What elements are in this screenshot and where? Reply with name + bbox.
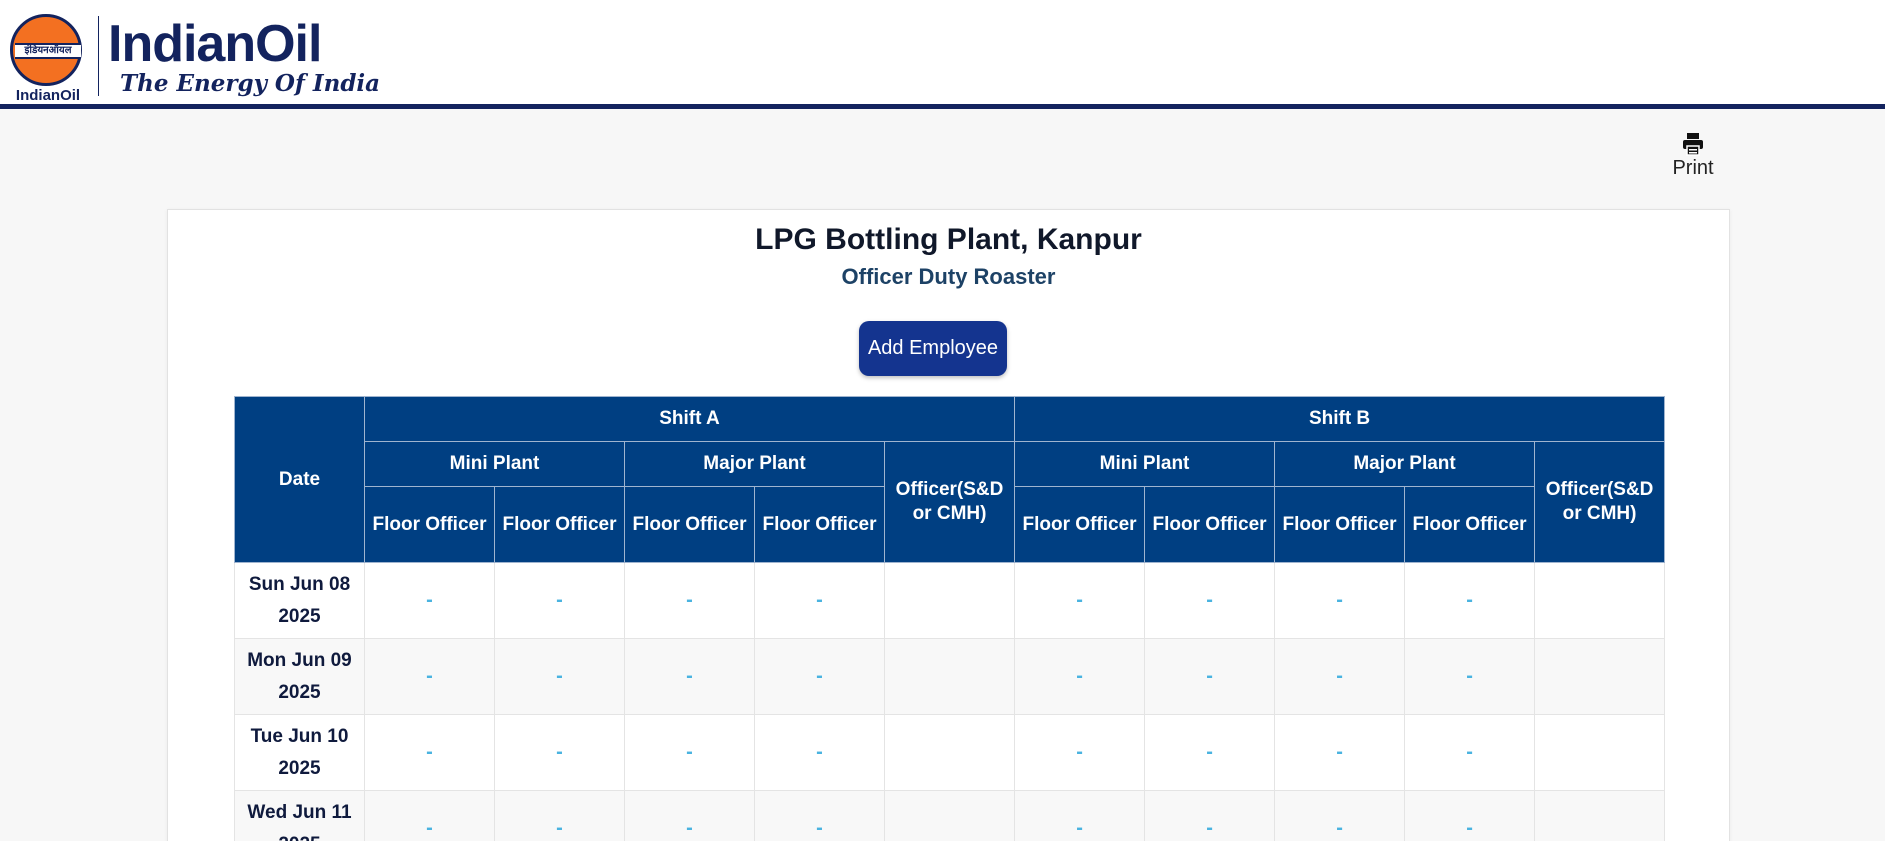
table-row: Sun Jun 08 2025 - - - - - - - - <box>234 562 1666 639</box>
assignment-cell[interactable]: - <box>754 714 885 791</box>
floor-officer-header: Floor Officer <box>1404 486 1536 563</box>
assignment-cell[interactable]: - <box>364 638 495 715</box>
assignment-cell[interactable]: - <box>624 714 755 791</box>
assignment-cell[interactable]: - <box>1014 790 1146 841</box>
assignment-cell[interactable]: - <box>1014 562 1146 639</box>
site-header: इंडियनऑयल IndianOil IndianOil The Energy… <box>0 0 1885 109</box>
date-cell: Tue Jun 10 2025 <box>234 714 365 791</box>
assignment-cell[interactable]: - <box>1144 638 1276 715</box>
officer-sd-cell[interactable] <box>1534 790 1666 841</box>
assignment-cell[interactable]: - <box>624 638 755 715</box>
assignment-cell[interactable]: - <box>494 638 625 715</box>
floor-officer-header: Floor Officer <box>1144 486 1276 563</box>
assignment-cell[interactable]: - <box>754 638 885 715</box>
print-label: Print <box>1672 157 1714 179</box>
indianoil-emblem-icon: इंडियनऑयल IndianOil <box>8 14 84 104</box>
shift-a-major-plant-header: Major Plant <box>624 441 885 487</box>
shift-b-major-plant-header: Major Plant <box>1274 441 1536 487</box>
assignment-cell[interactable]: - <box>1144 714 1276 791</box>
table-row: Tue Jun 10 2025 - - - - - - - - <box>234 714 1666 791</box>
assignment-cell[interactable]: - <box>1404 638 1536 715</box>
floor-officer-header: Floor Officer <box>624 486 755 563</box>
emblem-text: इंडियनऑयल <box>15 43 81 59</box>
assignment-cell[interactable]: - <box>624 562 755 639</box>
shift-b-mini-plant-header: Mini Plant <box>1014 441 1276 487</box>
assignment-cell[interactable]: - <box>1404 562 1536 639</box>
emblem-caption: IndianOil <box>15 87 81 104</box>
add-employee-button[interactable]: Add Employee <box>859 321 1007 376</box>
print-button[interactable]: Print <box>1668 132 1718 184</box>
shift-a-officer-sd-header: Officer(S&D or CMH) <box>883 441 1016 563</box>
printer-icon <box>1683 133 1703 156</box>
floor-officer-header: Floor Officer <box>494 486 625 563</box>
assignment-cell[interactable]: - <box>1014 638 1146 715</box>
assignment-cell[interactable]: - <box>364 714 495 791</box>
assignment-cell[interactable]: - <box>1274 790 1406 841</box>
floor-officer-header: Floor Officer <box>364 486 495 563</box>
floor-officer-header: Floor Officer <box>1014 486 1146 563</box>
officer-sd-cell[interactable] <box>883 790 1016 841</box>
assignment-cell[interactable]: - <box>624 790 755 841</box>
officer-sd-cell[interactable] <box>883 562 1016 639</box>
date-cell: Sun Jun 08 2025 <box>234 562 365 639</box>
assignment-cell[interactable]: - <box>364 562 495 639</box>
shift-b-officer-sd-header: Officer(S&D or CMH) <box>1534 441 1666 563</box>
table-row: Mon Jun 09 2025 - - - - - - - - <box>234 638 1666 715</box>
officer-sd-cell[interactable] <box>1534 714 1666 791</box>
emblem-circle: इंडियनऑयल <box>10 14 82 86</box>
assignment-cell[interactable]: - <box>1144 562 1276 639</box>
assignment-cell[interactable]: - <box>754 562 885 639</box>
assignment-cell[interactable]: - <box>1144 790 1276 841</box>
officer-sd-cell[interactable] <box>1534 562 1666 639</box>
duty-roster-table: Date Shift A Shift B Mini Plant Major Pl… <box>234 396 1666 841</box>
logo-divider <box>98 16 99 96</box>
date-header: Date <box>234 396 365 563</box>
page-subtitle: Officer Duty Roaster <box>841 264 1056 289</box>
assignment-cell[interactable]: - <box>364 790 495 841</box>
floor-officer-header: Floor Officer <box>754 486 885 563</box>
assignment-cell[interactable]: - <box>1404 790 1536 841</box>
page-title: LPG Bottling Plant, Kanpur <box>755 223 1142 256</box>
date-cell: Mon Jun 09 2025 <box>234 638 365 715</box>
shift-b-header: Shift B <box>1014 396 1666 442</box>
assignment-cell[interactable]: - <box>1014 714 1146 791</box>
roster-card: LPG Bottling Plant, Kanpur Officer Duty … <box>167 209 1730 841</box>
date-cell: Wed Jun 11 2025 <box>234 790 365 841</box>
table-row: Wed Jun 11 2025 - - - - - - - - <box>234 790 1666 841</box>
assignment-cell[interactable]: - <box>494 714 625 791</box>
officer-sd-cell[interactable] <box>883 714 1016 791</box>
assignment-cell[interactable]: - <box>494 790 625 841</box>
assignment-cell[interactable]: - <box>1274 638 1406 715</box>
shift-a-mini-plant-header: Mini Plant <box>364 441 625 487</box>
assignment-cell[interactable]: - <box>494 562 625 639</box>
assignment-cell[interactable]: - <box>1404 714 1536 791</box>
officer-sd-cell[interactable] <box>1534 638 1666 715</box>
assignment-cell[interactable]: - <box>1274 562 1406 639</box>
indianoil-logo[interactable]: इंडियनऑयल IndianOil IndianOil The Energy… <box>8 12 380 104</box>
floor-officer-header: Floor Officer <box>1274 486 1406 563</box>
officer-sd-cell[interactable] <box>883 638 1016 715</box>
shift-a-header: Shift A <box>363 396 1016 442</box>
assignment-cell[interactable]: - <box>754 790 885 841</box>
brand-tagline: The Energy Of India <box>120 70 381 97</box>
brand-name: IndianOil <box>108 15 322 73</box>
assignment-cell[interactable]: - <box>1274 714 1406 791</box>
